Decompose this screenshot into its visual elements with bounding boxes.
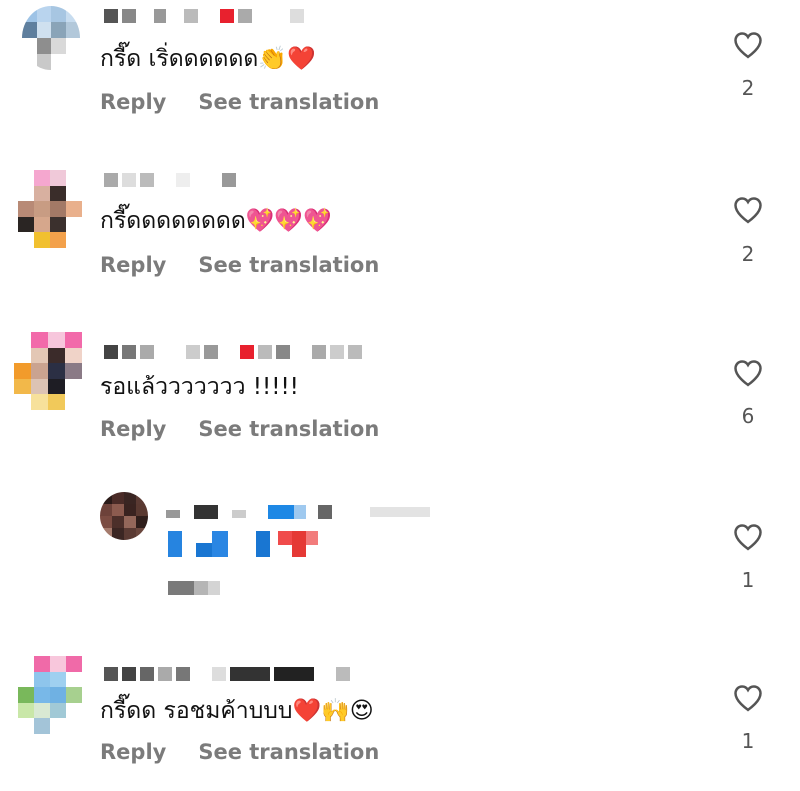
comment-text: กรี๊ดด รอชมค้าบบบ❤️🙌😍 xyxy=(100,696,374,726)
avatar[interactable] xyxy=(14,332,82,410)
comment-body: กรี๊ดด รอชมค้าบบบ xyxy=(100,698,293,724)
comment-text: รอแล้ววววววว !!!!! xyxy=(100,372,299,402)
username-redacted[interactable] xyxy=(104,664,350,684)
like-count: 1 xyxy=(741,729,755,753)
reply-button[interactable]: Reply xyxy=(100,740,166,764)
see-translation-button[interactable]: See translation xyxy=(198,740,379,764)
comment-body: กรี๊ดดดดดดดด xyxy=(100,208,246,234)
username-redacted[interactable] xyxy=(104,170,236,190)
reply-button[interactable]: Reply xyxy=(100,90,166,114)
avatar[interactable] xyxy=(18,656,82,734)
emoji: ❤️🙌😍 xyxy=(292,698,374,724)
comment-body: กรี๊ด เริ่ดดดดดด xyxy=(100,46,259,72)
like-count: 2 xyxy=(741,242,755,266)
avatar[interactable] xyxy=(18,170,82,248)
heart-outline-icon[interactable] xyxy=(733,684,763,712)
reply-button[interactable]: Reply xyxy=(100,253,166,277)
redacted-reply-content xyxy=(160,505,440,595)
see-translation-button[interactable]: See translation xyxy=(198,253,379,277)
username-redacted[interactable] xyxy=(104,6,304,26)
emoji: 👏❤️ xyxy=(258,46,316,72)
heart-outline-icon[interactable] xyxy=(733,196,763,224)
heart-outline-icon[interactable] xyxy=(733,359,763,387)
comment-body: รอแล้ววววววว !!!!! xyxy=(100,374,299,400)
avatar[interactable] xyxy=(100,492,148,540)
username-redacted[interactable] xyxy=(104,342,362,362)
comment-actions: Reply See translation xyxy=(100,253,379,277)
heart-outline-icon[interactable] xyxy=(733,523,763,551)
like-count: 2 xyxy=(741,76,755,100)
comment-actions: Reply See translation xyxy=(100,417,379,441)
see-translation-button[interactable]: See translation xyxy=(198,90,379,114)
like-count: 6 xyxy=(741,404,755,428)
avatar[interactable] xyxy=(22,6,80,70)
comment-text: กรี๊ดดดดดดดด💖💖💖 xyxy=(100,206,332,236)
comment-actions: Reply See translation xyxy=(100,740,379,764)
comment-actions: Reply See translation xyxy=(100,90,379,114)
reply-button[interactable]: Reply xyxy=(100,417,166,441)
heart-outline-icon[interactable] xyxy=(733,31,763,59)
comment-text: กรี๊ด เริ่ดดดดดด👏❤️ xyxy=(100,44,316,74)
like-count: 1 xyxy=(741,568,755,592)
emoji: 💖💖💖 xyxy=(245,208,332,234)
see-translation-button[interactable]: See translation xyxy=(198,417,379,441)
